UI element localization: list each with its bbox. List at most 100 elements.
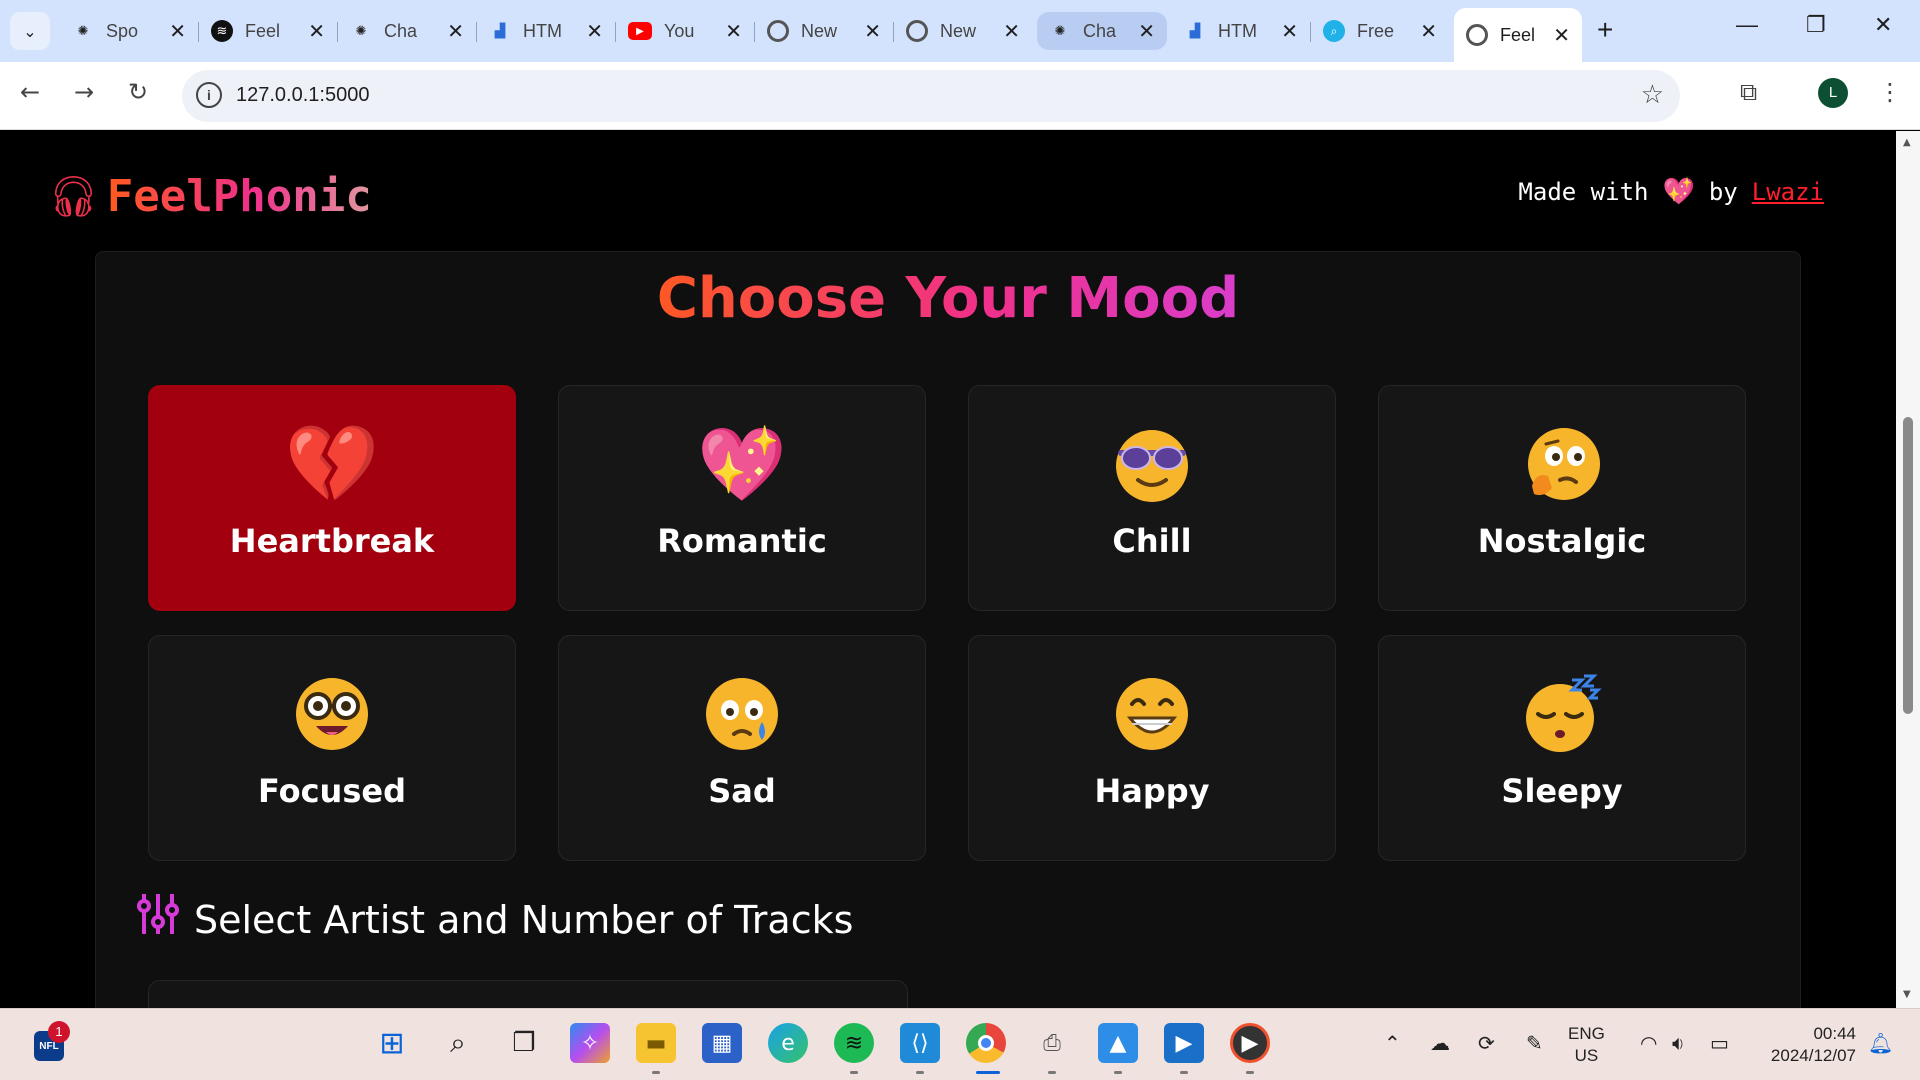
mood-label: Nostalgic <box>1477 522 1647 560</box>
chrome-icon <box>906 20 928 42</box>
url-text[interactable]: 127.0.0.1:5000 <box>236 84 369 107</box>
windows-taskbar: NFL 1 ⊞ ⌕ ❐ ✧ ▬ ▦ e ≋ ⟨⟩ ⎙ ▲ ▶ ▶ ⌃ ☁ ⟳ ✎… <box>0 1008 1920 1080</box>
browser-tab[interactable]: ▶ You ✕ <box>616 8 754 54</box>
mood-card-sleepy[interactable]: Sleepy <box>1378 635 1746 861</box>
browser-tab-strip: ⌄ ✺ Spo ✕ ≋ Feel ✕ ✺ Cha ✕ ▟ HTM ✕ ▶ You… <box>0 0 1920 62</box>
mood-panel: Choose Your Mood 💔 Heartbreak 💖 Romantic <box>95 251 1801 1008</box>
browser-tab[interactable]: ✺ Cha ✕ <box>1037 12 1167 50</box>
photos-icon[interactable]: ▲ <box>1098 1023 1138 1063</box>
browser-tab[interactable]: ⌕ Free ✕ <box>1311 8 1449 54</box>
spotify-icon[interactable]: ≋ <box>834 1023 874 1063</box>
sunglasses-face-icon <box>1112 424 1192 504</box>
language-indicator[interactable]: ENG US <box>1568 1023 1605 1067</box>
mood-card-sad[interactable]: Sad <box>558 635 926 861</box>
search-icon[interactable]: ⌕ <box>438 1023 478 1063</box>
mood-label: Chill <box>1112 522 1192 560</box>
browser-tab[interactable]: New ✕ <box>755 8 893 54</box>
mood-label: Romantic <box>657 522 827 560</box>
chatgpt-icon: ✺ <box>77 23 89 38</box>
close-tab-icon[interactable]: ✕ <box>586 19 603 44</box>
show-hidden-icons-chevron[interactable]: ⌃ <box>1384 1031 1401 1055</box>
windows-start-icon[interactable]: ⊞ <box>372 1023 412 1063</box>
close-tab-icon[interactable]: ✕ <box>308 19 325 44</box>
back-arrow-icon[interactable]: ← <box>20 78 40 106</box>
profile-avatar[interactable]: L <box>1818 78 1848 108</box>
mood-label: Sad <box>708 772 776 810</box>
reload-icon[interactable]: ↻ <box>128 78 148 106</box>
mood-card-heartbreak[interactable]: 💔 Heartbreak <box>148 385 516 611</box>
more-menu-icon[interactable]: ⋮ <box>1878 78 1902 106</box>
pen-icon[interactable]: ✎ <box>1526 1031 1543 1055</box>
new-tab-button[interactable]: + <box>1597 14 1613 46</box>
notification-bell-icon[interactable]: 🔔︎ <box>1868 1031 1893 1055</box>
mood-card-chill[interactable]: Chill <box>968 385 1336 611</box>
close-tab-icon[interactable]: ✕ <box>1553 23 1570 48</box>
mood-card-romantic[interactable]: 💖 Romantic <box>558 385 926 611</box>
address-bar[interactable]: i 127.0.0.1:5000 ☆ <box>182 70 1680 122</box>
file-explorer-icon[interactable]: ▬ <box>636 1023 676 1063</box>
headphones-icon: 🎧︎ <box>48 174 99 220</box>
spotify-icon: ≋ <box>211 20 233 42</box>
close-tab-icon[interactable]: ✕ <box>1420 19 1437 44</box>
page-scrollbar[interactable]: ▲ ▼ <box>1896 131 1920 1008</box>
scrollbar-thumb[interactable] <box>1903 417 1913 714</box>
tab-search-button[interactable]: ⌄ <box>10 12 50 50</box>
store-icon[interactable]: ▦ <box>702 1023 742 1063</box>
thinking-face-icon <box>1522 424 1602 504</box>
printer-app-icon[interactable]: ⎙ <box>1032 1023 1072 1063</box>
copilot-icon[interactable]: ✧ <box>570 1023 610 1063</box>
sync-icon[interactable]: ⟳ <box>1478 1031 1495 1055</box>
youtube-icon: ▶ <box>628 22 652 40</box>
web-page: 🎧︎ FeelPhonic Made with 💖 by Lwazi Choos… <box>0 131 1896 1008</box>
mood-card-nostalgic[interactable]: Nostalgic <box>1378 385 1746 611</box>
scroll-down-icon[interactable]: ▼ <box>1903 989 1911 1000</box>
media-player-icon[interactable]: ▶ <box>1164 1023 1204 1063</box>
mood-card-happy[interactable]: Happy <box>968 635 1336 861</box>
site-info-icon[interactable]: i <box>196 82 222 108</box>
restore-button[interactable]: ❐ <box>1806 12 1826 38</box>
mood-card-focused[interactable]: Focused <box>148 635 516 861</box>
battery-icon[interactable]: ▭ <box>1710 1031 1729 1055</box>
close-tab-icon[interactable]: ✕ <box>169 19 186 44</box>
volume-icon[interactable]: 🔉︎ <box>1672 1031 1685 1055</box>
browser-tab[interactable]: ≋ Feel ✕ <box>199 8 337 54</box>
chrome-icon[interactable] <box>966 1023 1006 1063</box>
author-link[interactable]: Lwazi <box>1752 178 1824 206</box>
edge-icon[interactable]: e <box>768 1023 808 1063</box>
grinning-face-icon <box>1112 674 1192 754</box>
section-heading: Select Artist and Number of Tracks <box>136 892 853 947</box>
nerd-face-icon <box>292 674 372 754</box>
forward-arrow-icon[interactable]: → <box>74 78 94 106</box>
browser-tab-active[interactable]: Feel ✕ <box>1454 8 1582 62</box>
credit-prefix: Made with <box>1518 178 1649 206</box>
task-view-icon[interactable]: ❐ <box>504 1023 544 1063</box>
browser-tab[interactable]: ✺ Spo ✕ <box>60 8 198 54</box>
sliders-icon <box>136 892 180 947</box>
scroll-up-icon[interactable]: ▲ <box>1903 137 1911 148</box>
close-tab-icon[interactable]: ✕ <box>864 19 881 44</box>
browser-toolbar: ← → ↻ i 127.0.0.1:5000 ☆ ⧉ L ⋮ <box>0 62 1920 130</box>
onedrive-icon[interactable]: ☁ <box>1430 1031 1450 1055</box>
mood-label: Focused <box>258 772 406 810</box>
chrome-icon <box>767 20 789 42</box>
bookmark-star-icon[interactable]: ☆ <box>1641 80 1664 110</box>
browser-tab[interactable]: New ✕ <box>894 8 1032 54</box>
close-tab-icon[interactable]: ✕ <box>447 19 464 44</box>
player-app-icon[interactable]: ▶ <box>1230 1023 1270 1063</box>
brand-logo[interactable]: 🎧︎ FeelPhonic <box>48 171 372 222</box>
browser-tab[interactable]: ▟ HTM ✕ <box>1172 8 1310 54</box>
close-window-button[interactable]: ✕ <box>1874 12 1892 38</box>
vscode-icon[interactable]: ⟨⟩ <box>900 1023 940 1063</box>
system-clock[interactable]: 00:44 2024/12/07 <box>1756 1023 1856 1067</box>
close-tab-icon[interactable]: ✕ <box>1003 19 1020 44</box>
browser-tab[interactable]: ✺ Cha ✕ <box>338 8 476 54</box>
search-icon: ⌕ <box>1323 20 1345 42</box>
close-tab-icon[interactable]: ✕ <box>1138 19 1155 44</box>
close-tab-icon[interactable]: ✕ <box>1281 19 1298 44</box>
minimize-button[interactable]: — <box>1736 12 1758 38</box>
extensions-icon[interactable]: ⧉ <box>1740 78 1757 106</box>
wifi-icon[interactable]: ◠ <box>1640 1031 1657 1055</box>
close-tab-icon[interactable]: ✕ <box>725 19 742 44</box>
artist-select[interactable] <box>148 980 908 1008</box>
browser-tab[interactable]: ▟ HTM ✕ <box>477 8 615 54</box>
